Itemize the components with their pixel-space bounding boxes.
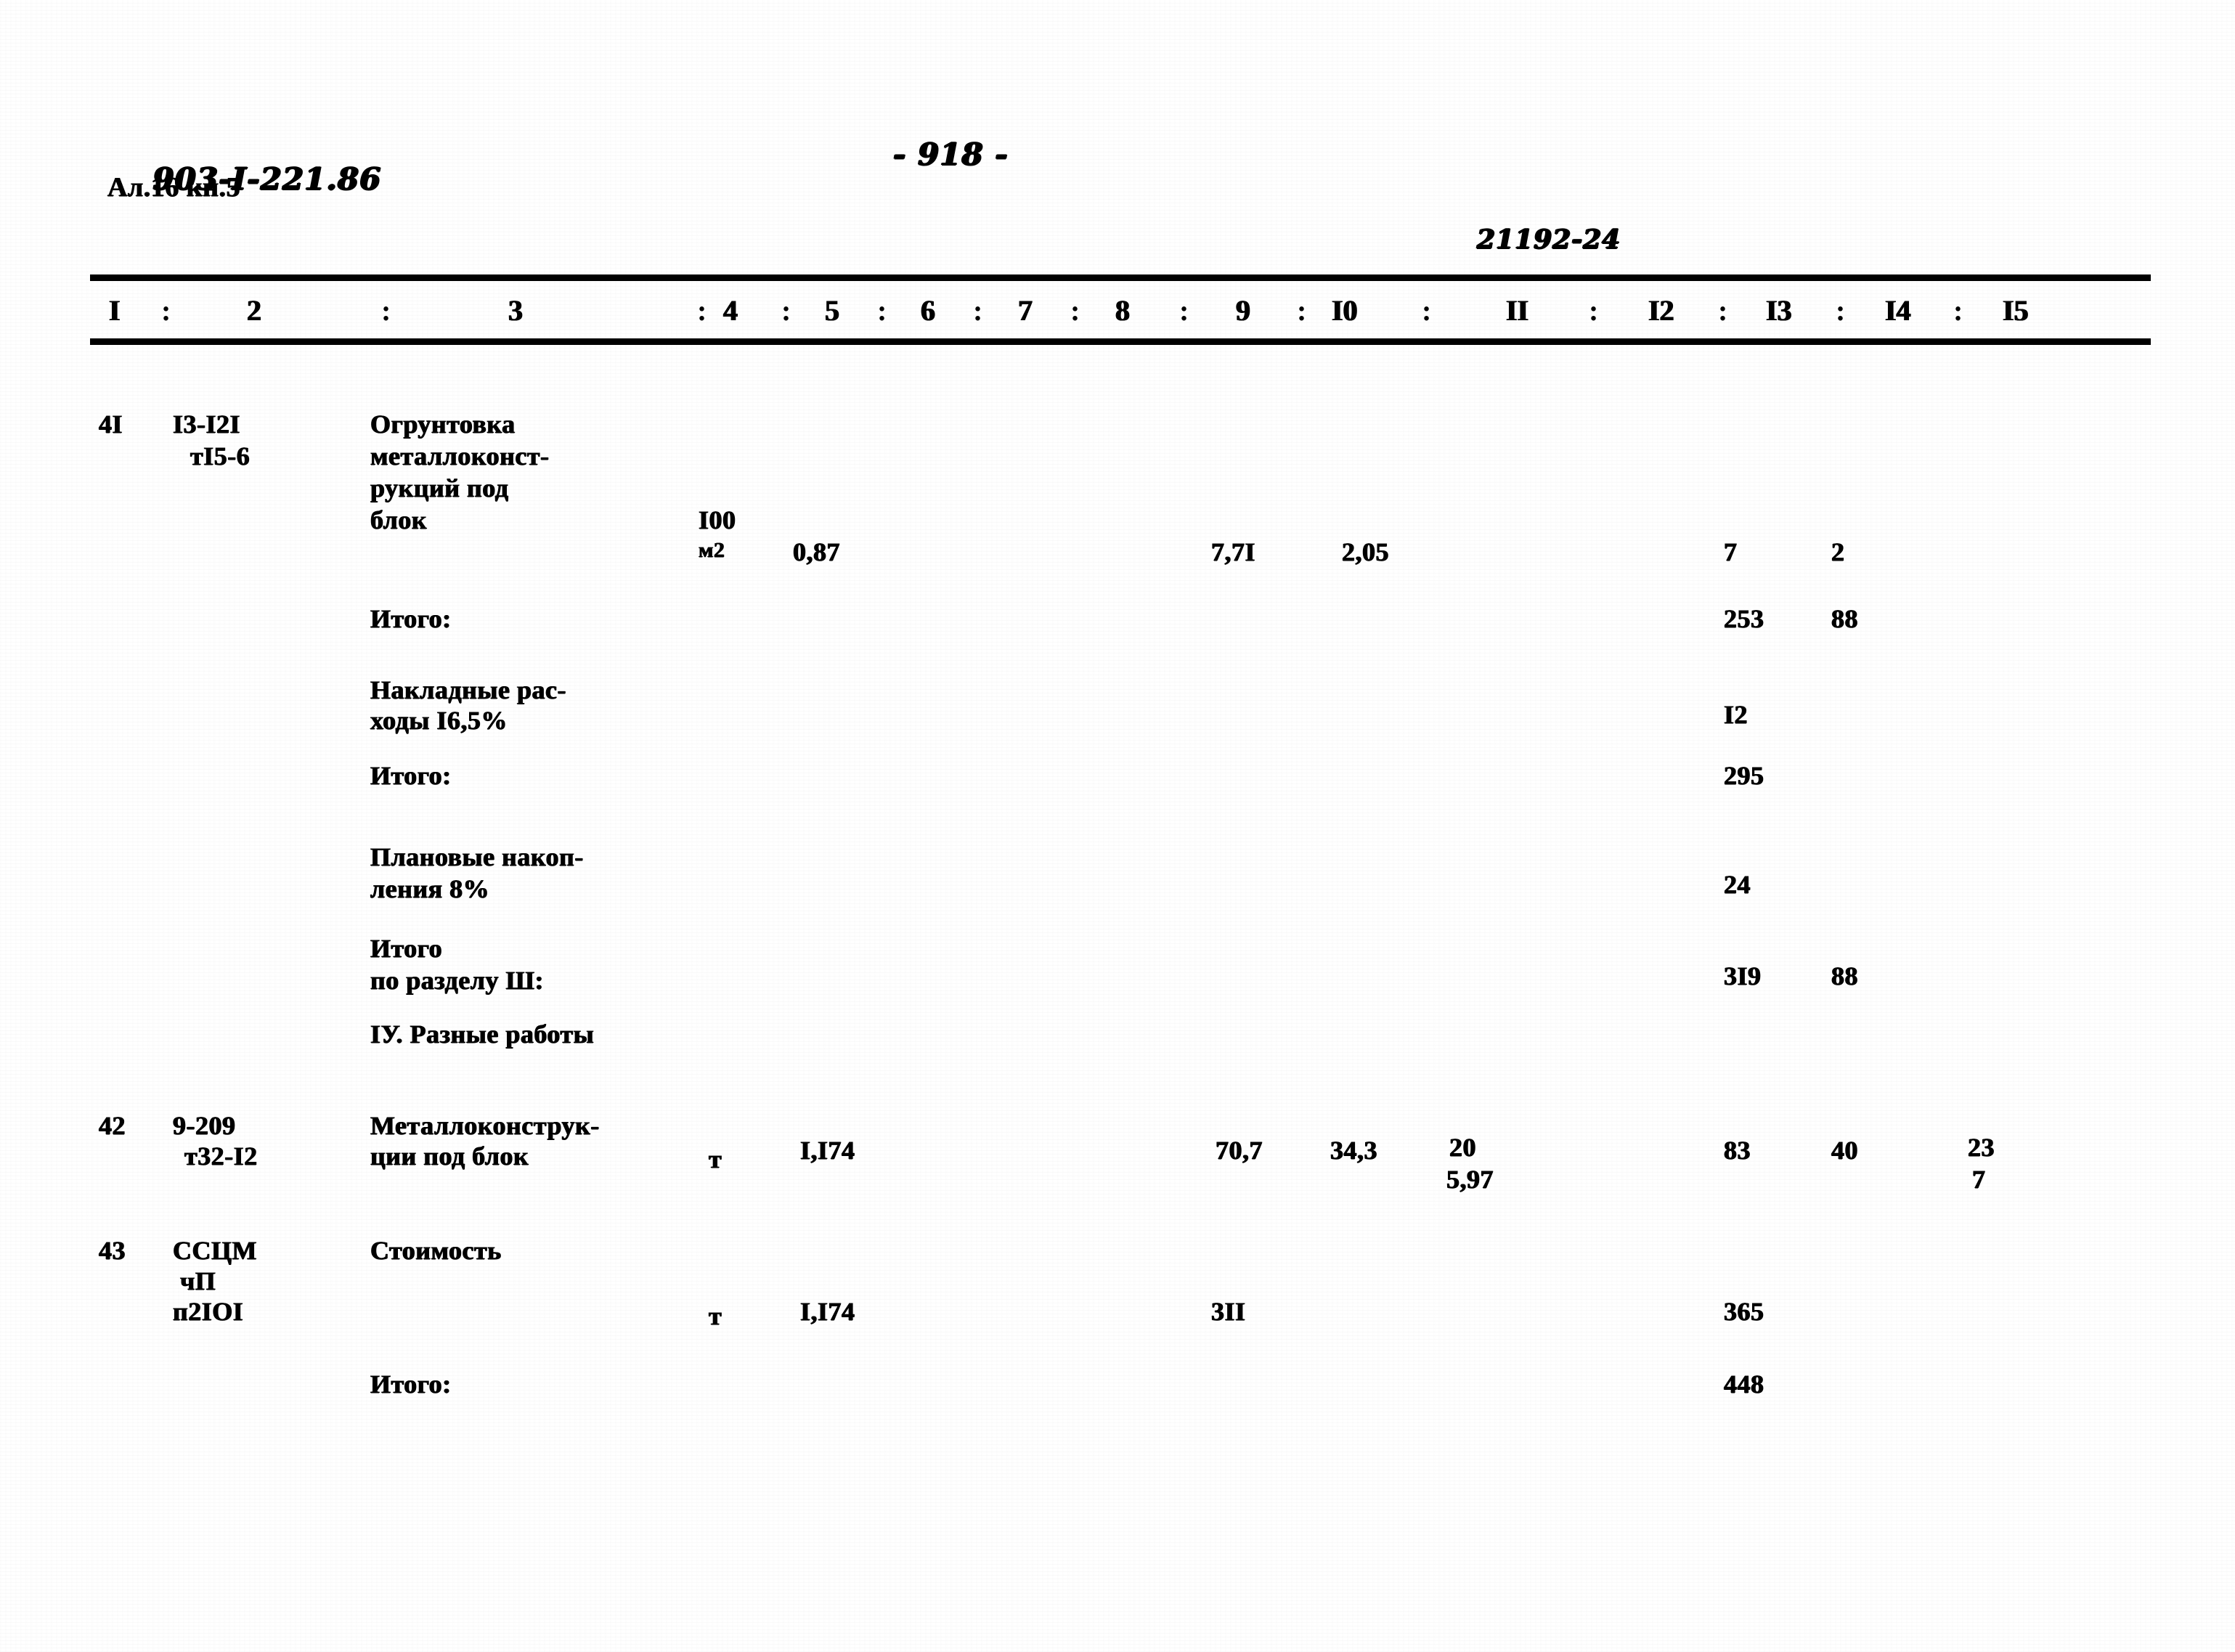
page-number-marker: - 918 - bbox=[893, 137, 1009, 172]
row-cell-col12: 7 bbox=[1724, 537, 1738, 566]
section-total-label-line-2: по разделу Ш: bbox=[370, 966, 544, 995]
row-code-line-2: т32-I2 bbox=[184, 1142, 258, 1171]
row-code-line-3: п2IOI bbox=[173, 1297, 244, 1326]
row-code-line-2: чП bbox=[180, 1266, 216, 1295]
row-description-line: Стоимость bbox=[370, 1236, 502, 1265]
overhead-cell-col12: I2 bbox=[1724, 700, 1748, 729]
row-position-number: 43 bbox=[99, 1236, 126, 1265]
table-rule-top bbox=[90, 274, 2151, 281]
subtotal-cell-col13: 88 bbox=[1831, 604, 1858, 633]
row-cell-col5: 0,87 bbox=[793, 537, 840, 566]
row-position-number: 42 bbox=[99, 1111, 126, 1140]
row-code-line-1: I3-I2I bbox=[173, 410, 241, 439]
column-header-14: I4 bbox=[1885, 294, 1911, 327]
row-cell-col12: 365 bbox=[1724, 1297, 1764, 1326]
column-header-7: 7 bbox=[1018, 294, 1033, 327]
column-separator: : bbox=[1953, 294, 1963, 327]
row-code-line-2: тI5-6 bbox=[190, 442, 251, 471]
column-separator: : bbox=[1422, 294, 1432, 327]
subtotal-label: Итого: bbox=[370, 1370, 452, 1399]
column-header-5: 5 bbox=[825, 294, 839, 327]
section-heading: IУ. Разные работы bbox=[370, 1020, 595, 1049]
column-header-8: 8 bbox=[1115, 294, 1130, 327]
column-header-15: I5 bbox=[2003, 294, 2029, 327]
row-cell-col12: 83 bbox=[1724, 1136, 1751, 1165]
column-separator: : bbox=[697, 294, 707, 327]
row-unit-line-1: I00 bbox=[699, 505, 736, 534]
column-header-12: I2 bbox=[1648, 294, 1674, 327]
section-total-cell-col12: 3I9 bbox=[1724, 961, 1762, 990]
column-header-2: 2 bbox=[247, 294, 261, 327]
column-separator: : bbox=[1836, 294, 1846, 327]
subtotal-label: Итого: bbox=[370, 761, 452, 790]
column-header-11: II bbox=[1506, 294, 1529, 327]
overhead-label-line-2: ходы I6,5% bbox=[370, 706, 508, 735]
profit-label-line-1: Плановые накоп- bbox=[370, 842, 584, 871]
column-separator: : bbox=[1718, 294, 1728, 327]
column-separator: : bbox=[1589, 294, 1599, 327]
column-separator: : bbox=[1297, 294, 1307, 327]
overhead-label-line-1: Накладные рас- bbox=[370, 675, 566, 704]
row-cell-col14-bottom: 7 bbox=[1972, 1165, 1986, 1194]
sheet-code: 21192-24 bbox=[1477, 224, 1621, 255]
row-cell-col8: 3II bbox=[1211, 1297, 1246, 1326]
row-description-line: металлоконст- bbox=[370, 442, 550, 471]
row-unit-line-1: т bbox=[709, 1144, 722, 1173]
document-code-hand: 221.86 bbox=[260, 161, 382, 197]
row-cell-col5: I,I74 bbox=[800, 1297, 855, 1326]
row-cell-col8: 70,7 bbox=[1216, 1136, 1263, 1165]
document-page: 903-I-221.86 Ал.16 кн.5 - 918 - 21192-24… bbox=[0, 0, 2235, 1652]
row-description-line: Металлоконструк- bbox=[370, 1111, 600, 1140]
column-separator: : bbox=[1070, 294, 1080, 327]
row-cell-col10-top: 20 bbox=[1449, 1133, 1476, 1162]
section-total-label-line-1: Итого bbox=[370, 934, 443, 963]
subtotal-cell-col12: 448 bbox=[1724, 1370, 1764, 1399]
column-header-6: 6 bbox=[921, 294, 935, 327]
row-code-line-1: ССЦМ bbox=[173, 1236, 257, 1265]
row-cell-col13: 40 bbox=[1831, 1136, 1858, 1165]
row-description-line: рукций под bbox=[370, 473, 509, 502]
column-separator: : bbox=[1179, 294, 1189, 327]
row-description-line: ции под блок bbox=[370, 1142, 529, 1171]
profit-label-line-2: ления 8% bbox=[370, 874, 490, 903]
profit-cell-col12: 24 bbox=[1724, 870, 1751, 899]
table-rule-under-headers bbox=[90, 338, 2151, 345]
section-total-cell-col13: 88 bbox=[1831, 961, 1858, 990]
row-cell-col5: I,I74 bbox=[800, 1136, 855, 1165]
row-cell-col9: 34,3 bbox=[1330, 1136, 1377, 1165]
column-separator: : bbox=[781, 294, 791, 327]
row-description-line: блок bbox=[370, 505, 428, 534]
column-separator: : bbox=[877, 294, 887, 327]
column-header-4: 4 bbox=[723, 294, 738, 327]
column-header-9: 9 bbox=[1236, 294, 1250, 327]
column-separator: : bbox=[973, 294, 983, 327]
row-cell-col8: 7,7I bbox=[1211, 537, 1256, 566]
subtotal-cell-col12: 253 bbox=[1724, 604, 1764, 633]
row-cell-col13: 2 bbox=[1831, 537, 1845, 566]
column-header-13: I3 bbox=[1766, 294, 1792, 327]
column-separator: : bbox=[161, 294, 171, 327]
row-description-line: Огрунтовка bbox=[370, 410, 516, 439]
column-separator: : bbox=[381, 294, 391, 327]
row-code-line-1: 9-209 bbox=[173, 1111, 236, 1140]
column-header-1: I bbox=[109, 294, 121, 327]
row-unit-line-1: т bbox=[709, 1301, 722, 1330]
subtotal-cell-col12: 295 bbox=[1724, 761, 1764, 790]
column-header-10: I0 bbox=[1332, 294, 1358, 327]
row-cell-col14-top: 23 bbox=[1968, 1133, 1995, 1162]
row-cell-col10-bottom: 5,97 bbox=[1446, 1165, 1494, 1194]
album-line: Ал.16 кн.5 bbox=[107, 172, 241, 203]
scan-grain-overlay bbox=[0, 0, 2235, 1652]
row-cell-col9: 2,05 bbox=[1342, 537, 1389, 566]
subtotal-label: Итого: bbox=[370, 604, 452, 633]
column-header-3: 3 bbox=[508, 294, 523, 327]
row-unit-line-2: м2 bbox=[699, 538, 725, 562]
row-position-number: 4I bbox=[99, 410, 123, 439]
